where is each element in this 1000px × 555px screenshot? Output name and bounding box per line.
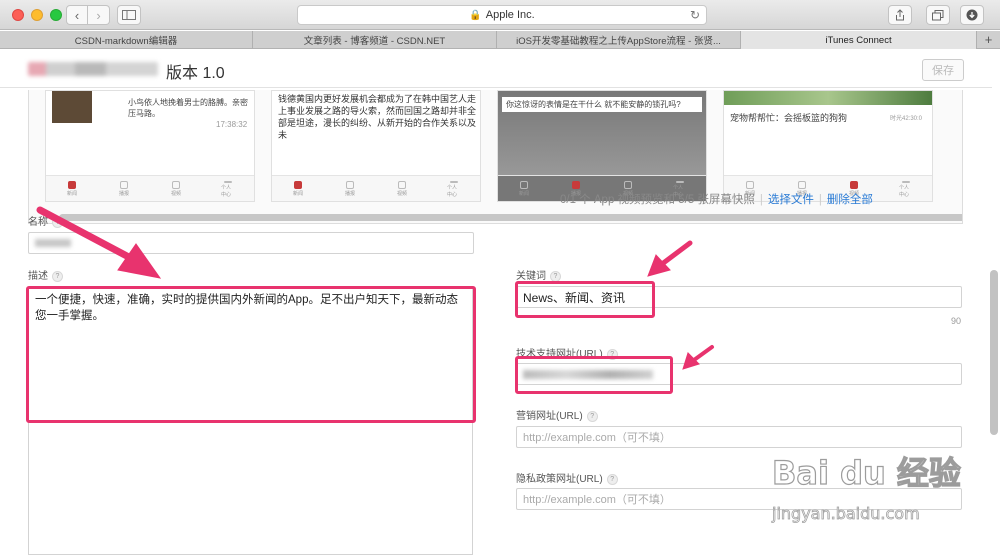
arrow-to-support-url (692, 345, 714, 362)
watermark-url: jingyan.baidu.com (772, 504, 920, 524)
baidu-jingyan-watermark: Bai du 经验 jingyan.baidu.com (771, 440, 961, 540)
arrow-to-description (36, 206, 144, 267)
arrow-to-support-url-head (682, 352, 700, 370)
arrow-to-keywords (659, 240, 693, 267)
arrow-to-description-head (117, 243, 162, 279)
watermark-logo: Bai du 经验 (771, 453, 961, 492)
